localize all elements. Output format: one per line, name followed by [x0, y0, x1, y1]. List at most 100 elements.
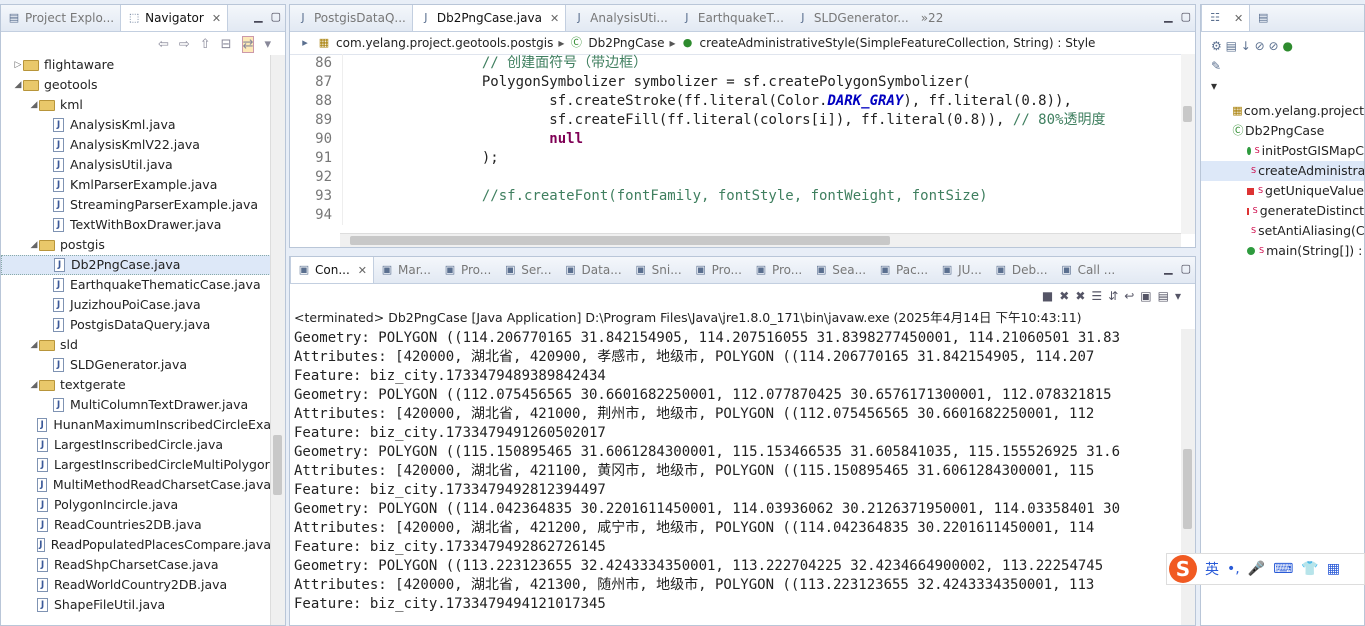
- console-view-tab[interactable]: ▣ Call ...: [1054, 257, 1122, 283]
- console-view-tab[interactable]: ▣ Pac...: [872, 257, 934, 283]
- up-icon[interactable]: ⇧: [200, 37, 211, 52]
- outline-item[interactable]: ▦ com.yelang.project: [1201, 101, 1364, 121]
- console-view-tab[interactable]: ▣ Data...: [558, 257, 628, 283]
- maximize-icon[interactable]: ▢: [1181, 262, 1191, 275]
- open-console-icon[interactable]: ▾: [1175, 289, 1181, 303]
- tree-item[interactable]: J ReadShpCharsetCase.java: [1, 555, 271, 575]
- tree-item[interactable]: J PolygonIncircle.java: [1, 495, 271, 515]
- editor-hscrollbar[interactable]: [340, 233, 1181, 247]
- skin-icon[interactable]: 👕: [1301, 561, 1318, 577]
- outline-item[interactable]: Smain(String[]) :: [1201, 241, 1364, 261]
- sort-icon[interactable]: ⚙: [1211, 39, 1222, 53]
- console-view-tab[interactable]: ▣ Pro...: [688, 257, 748, 283]
- word-wrap-icon[interactable]: ↩: [1124, 289, 1134, 303]
- console-view-tab[interactable]: ▣ Sni...: [628, 257, 688, 283]
- console-output[interactable]: Geometry: POLYGON ((114.206770165 31.842…: [294, 329, 1179, 625]
- tree-item[interactable]: ▷ flightaware: [1, 55, 271, 75]
- punctuation-icon[interactable]: •,: [1227, 561, 1240, 577]
- console-view-tab[interactable]: ▣ Pro...: [437, 257, 497, 283]
- editor-tab[interactable]: J EarthquakeT...: [674, 5, 790, 31]
- tab-overflow[interactable]: [1280, 5, 1292, 31]
- breadcrumb-package[interactable]: com.yelang.project.geotools.postgis: [336, 32, 553, 54]
- twistie-icon[interactable]: ◢: [29, 375, 39, 395]
- tree-item[interactable]: J StreamingParserExample.java: [1, 195, 271, 215]
- navigator-scrollbar[interactable]: [270, 55, 285, 625]
- editor-tab[interactable]: J Db2PngCase.java ✕: [411, 5, 567, 31]
- minimize-icon[interactable]: ▁: [1164, 262, 1172, 275]
- outline-item[interactable]: SgenerateDistinct: [1201, 201, 1364, 221]
- tree-item[interactable]: J ShapeFileUtil.java: [1, 595, 271, 615]
- maximize-icon[interactable]: ▢: [271, 10, 281, 23]
- sogou-logo[interactable]: S: [1169, 555, 1197, 583]
- maximize-icon[interactable]: ▢: [1181, 10, 1191, 23]
- close-icon[interactable]: ✕: [550, 12, 559, 25]
- grid-icon[interactable]: ▦: [1327, 561, 1340, 577]
- hide-static-icon[interactable]: ⊘: [1255, 39, 1265, 53]
- tree-item[interactable]: ◢ geotools: [1, 75, 271, 95]
- clear-console-icon[interactable]: ☰: [1091, 289, 1102, 303]
- forward-icon[interactable]: ⇨: [179, 37, 190, 52]
- scroll-lock-icon[interactable]: ⇵: [1108, 289, 1118, 303]
- minimize-icon[interactable]: ▁: [1164, 10, 1172, 23]
- editor-tab-overflow[interactable]: »22: [915, 5, 950, 31]
- collapse-all-icon[interactable]: ⊟: [221, 37, 232, 52]
- outline-item[interactable]: SgetUniqueValue: [1201, 181, 1364, 201]
- twistie-icon[interactable]: ◢: [29, 235, 39, 255]
- remove-all-icon[interactable]: ✖: [1075, 289, 1085, 303]
- tree-item[interactable]: ◢ textgerate: [1, 375, 271, 395]
- outline-menu-icon[interactable]: ▾: [1211, 79, 1217, 93]
- remove-launch-icon[interactable]: ✖: [1059, 289, 1069, 303]
- tree-item[interactable]: J ReadCountries2DB.java: [1, 515, 271, 535]
- tab-project-explorer[interactable]: ▤ Project Explo...: [1, 5, 120, 31]
- pin-console-icon[interactable]: ▣: [1140, 289, 1151, 303]
- link-editor-icon[interactable]: ⇄: [241, 35, 255, 53]
- hide-fields-icon[interactable]: ▤: [1226, 39, 1237, 53]
- tree-item[interactable]: J SLDGenerator.java: [1, 355, 271, 375]
- hide-nonpublic-icon[interactable]: ⊘: [1269, 39, 1279, 53]
- tab-task-list[interactable]: ▤: [1250, 5, 1280, 31]
- twistie-icon[interactable]: ◢: [13, 75, 23, 95]
- tree-item[interactable]: J HunanMaximumInscribedCircleExa: [1, 415, 271, 435]
- outline-item[interactable]: SsetAntiAliasing(C: [1201, 221, 1364, 241]
- console-view-tab[interactable]: ▣ Sea...: [808, 257, 872, 283]
- console-view-tab[interactable]: ▣ Ser...: [497, 257, 557, 283]
- code-editor[interactable]: 86 // 创建面符号（带边框） 87 PolygonSymbolizer sym…: [290, 54, 1181, 234]
- close-icon[interactable]: ✕: [212, 12, 221, 25]
- tab-navigator[interactable]: ⬚ Navigator ✕: [120, 5, 229, 31]
- console-view-tab[interactable]: ▣ Con... ✕: [290, 257, 374, 283]
- outline-item[interactable]: Ⓒ Db2PngCase: [1201, 121, 1364, 141]
- menu-icon[interactable]: ▾: [264, 37, 271, 52]
- twistie-icon[interactable]: ◢: [29, 95, 39, 115]
- console-view-tab[interactable]: ▣ Mar...: [374, 257, 437, 283]
- console-view-tab[interactable]: ▣ Deb...: [988, 257, 1054, 283]
- breadcrumb-method[interactable]: createAdministrativeStyle(SimpleFeatureC…: [700, 32, 1096, 54]
- twistie-icon[interactable]: ◢: [29, 335, 39, 355]
- editor-tab[interactable]: J PostgisDataQ...: [290, 5, 412, 31]
- console-view-tab[interactable]: ▣ Pro...: [748, 257, 808, 283]
- close-icon[interactable]: ✕: [1234, 12, 1243, 25]
- tree-item[interactable]: J MultiColumnTextDrawer.java: [1, 395, 271, 415]
- minimize-icon[interactable]: ▁: [254, 10, 262, 23]
- tree-item[interactable]: ◢ kml: [1, 95, 271, 115]
- microphone-icon[interactable]: 🎤: [1248, 561, 1265, 577]
- console-view-tab[interactable]: ▣ JU...: [934, 257, 988, 283]
- tree-item[interactable]: J KmlParserExample.java: [1, 175, 271, 195]
- twistie-icon[interactable]: ▷: [13, 55, 23, 75]
- tree-item[interactable]: ◢ sld: [1, 335, 271, 355]
- tree-item[interactable]: J ReadWorldCountry2DB.java: [1, 575, 271, 595]
- tab-outline[interactable]: ☷ ✕: [1201, 5, 1251, 31]
- breadcrumb-class[interactable]: Db2PngCase: [588, 32, 664, 54]
- tree-item[interactable]: J PostgisDataQuery.java: [1, 315, 271, 335]
- az-sort-icon[interactable]: ↓: [1241, 39, 1251, 53]
- link-icon[interactable]: ✎: [1211, 59, 1221, 73]
- close-icon[interactable]: ✕: [358, 264, 367, 277]
- editor-tab[interactable]: J AnalysisUti...: [566, 5, 674, 31]
- tree-item[interactable]: J JuzizhouPoiCase.java: [1, 295, 271, 315]
- editor-tab[interactable]: J SLDGenerator...: [790, 5, 915, 31]
- keyboard-icon[interactable]: ⌨: [1273, 561, 1293, 577]
- back-icon[interactable]: ⇦: [158, 37, 169, 52]
- ime-lang[interactable]: 英: [1205, 559, 1219, 579]
- tree-item[interactable]: J LargestInscribedCircle.java: [1, 435, 271, 455]
- tree-item[interactable]: J EarthquakeThematicCase.java: [1, 275, 271, 295]
- tree-item[interactable]: J AnalysisKml.java: [1, 115, 271, 135]
